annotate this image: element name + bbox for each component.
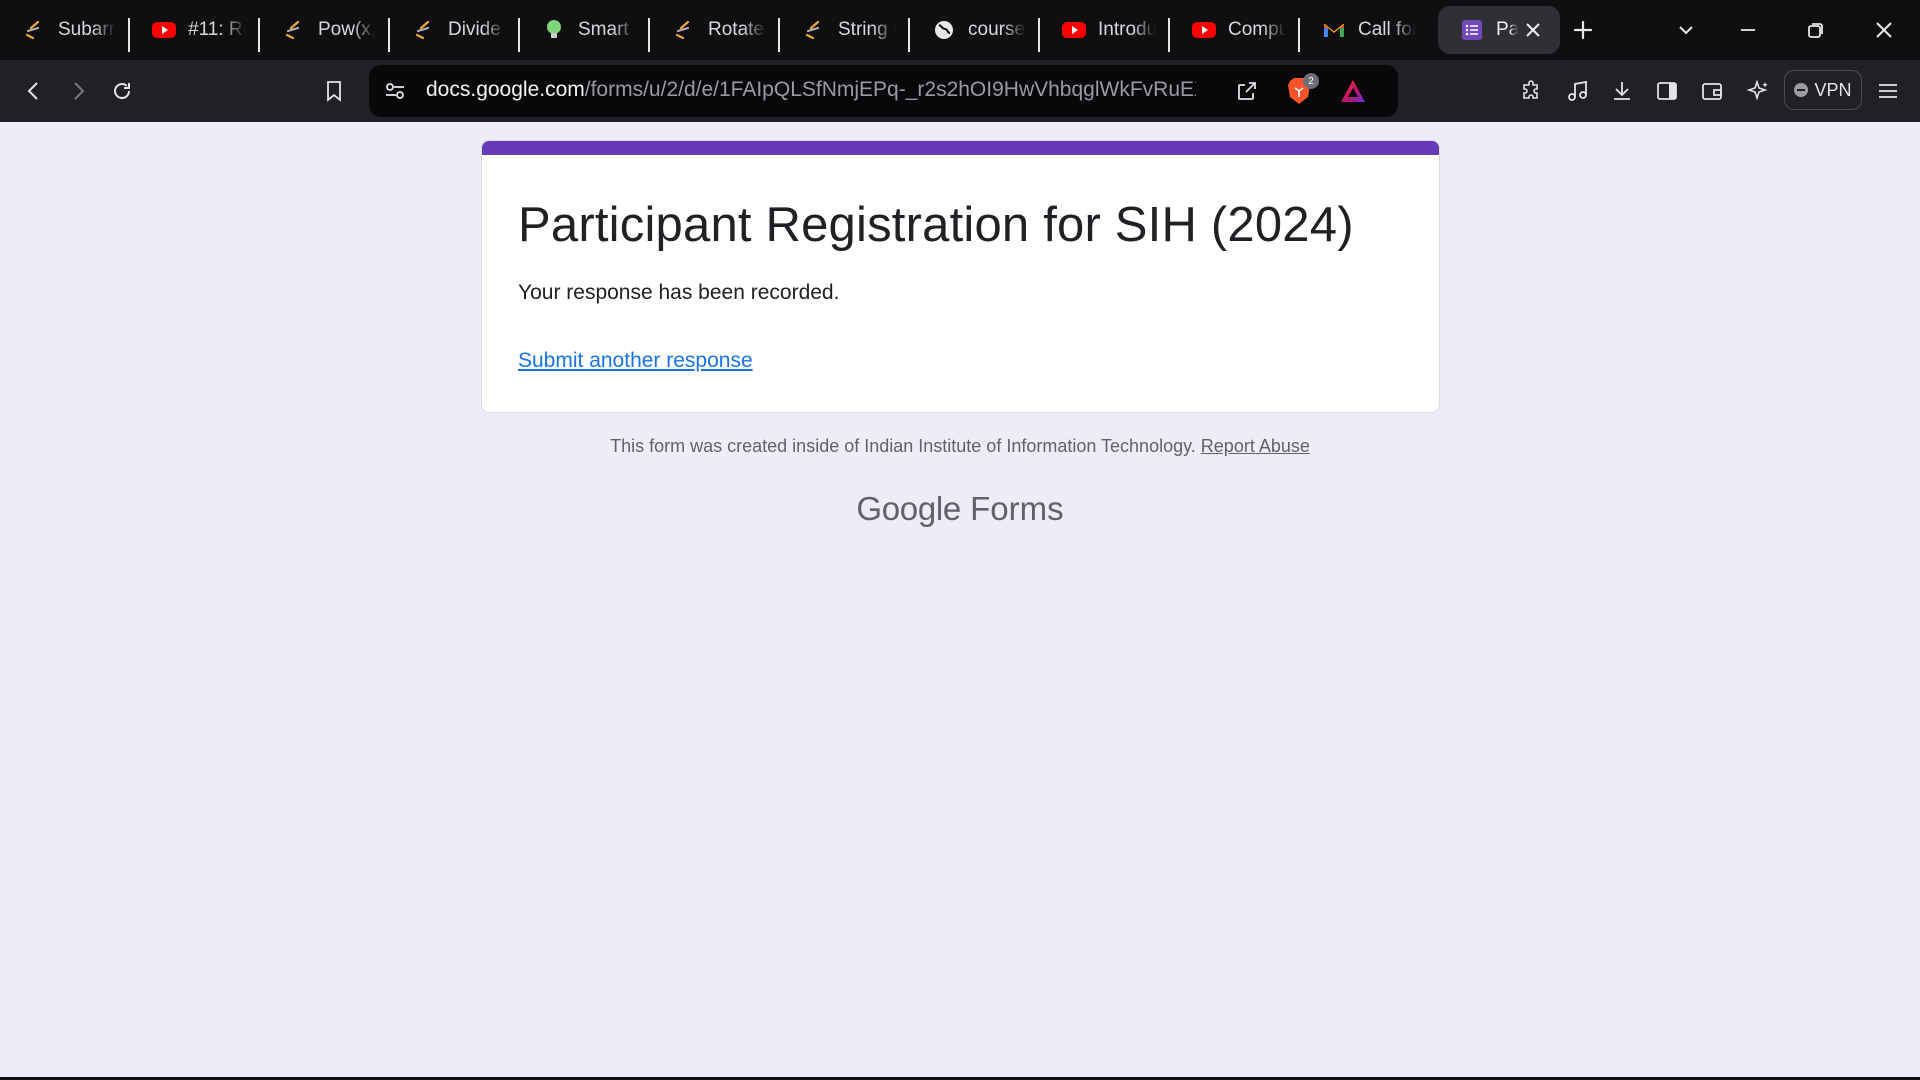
wallet-button[interactable] — [1694, 73, 1730, 109]
restore-icon — [1808, 23, 1823, 38]
arrow-right-icon — [74, 82, 85, 100]
forward-button[interactable] — [60, 73, 96, 109]
stack-icon — [802, 18, 826, 42]
address-bar[interactable]: docs.google.com/forms/u/2/d/e/1FAIpQLSfN… — [369, 65, 1398, 117]
vpn-status-icon — [1794, 83, 1809, 97]
rewards-triangle-icon — [1341, 80, 1365, 102]
google-forms-logo: Google Forms — [0, 490, 1920, 528]
tab-title: Compu — [1228, 19, 1286, 40]
browser-tab[interactable]: Introdu — [1040, 6, 1170, 54]
minimize-button[interactable] — [1730, 12, 1766, 48]
arrow-left-icon — [27, 82, 38, 100]
browser-tab[interactable]: Rotate — [650, 6, 780, 54]
stack-icon — [282, 18, 306, 42]
shields-count-badge: 2 — [1303, 73, 1319, 89]
tab-title: Pow(x, — [318, 19, 376, 40]
footer-text: This form was created inside of Indian I… — [610, 436, 1196, 456]
youtube-icon — [1192, 18, 1216, 42]
bookmark-button[interactable] — [316, 73, 352, 109]
active-browser-tab[interactable]: Pa — [1438, 6, 1560, 54]
browser-tab[interactable]: Pow(x, — [260, 6, 390, 54]
tab-title: Divide — [448, 19, 501, 40]
sidebar-icon — [1657, 82, 1677, 100]
url-host: docs.google.com — [426, 78, 585, 101]
google-wordmark: Google — [856, 490, 961, 527]
share-button[interactable] — [1231, 75, 1263, 107]
tab-title: Rotate — [708, 19, 764, 40]
share-icon — [1238, 82, 1256, 100]
stack-icon — [672, 18, 696, 42]
close-icon — [1876, 22, 1892, 38]
vpn-button[interactable]: VPN — [1784, 70, 1862, 110]
close-tab-button[interactable] — [1520, 17, 1546, 43]
forms-icon — [1460, 18, 1484, 42]
close-window-button[interactable] — [1866, 12, 1902, 48]
browser-tab[interactable]: String t — [780, 6, 910, 54]
bulb-icon — [542, 18, 566, 42]
browser-tab[interactable]: Smart I — [520, 6, 650, 54]
reload-icon — [114, 83, 130, 99]
downloads-button[interactable] — [1604, 73, 1640, 109]
tab-title: Call for — [1358, 19, 1416, 40]
tab-title: Pa — [1496, 19, 1518, 40]
music-note-icon — [1568, 80, 1587, 101]
tab-title: #11: Re — [188, 19, 246, 40]
youtube-icon — [1062, 18, 1086, 42]
tune-icon — [386, 83, 404, 99]
confirmation-message: Your response has been recorded. — [518, 281, 840, 304]
plus-icon — [1573, 20, 1593, 40]
sidebar-button[interactable] — [1649, 73, 1685, 109]
tab-title: coursel — [968, 19, 1026, 40]
menu-button[interactable] — [1870, 73, 1906, 109]
url-text[interactable]: docs.google.com/forms/u/2/d/e/1FAIpQLSfN… — [426, 78, 1196, 102]
form-card: Participant Registration for SIH (2024) … — [481, 140, 1440, 413]
browser-tab[interactable]: Call for — [1300, 6, 1430, 54]
forms-wordmark: Forms — [970, 490, 1064, 527]
back-button[interactable] — [16, 73, 52, 109]
tab-title: Introdu — [1098, 19, 1156, 40]
vpn-label: VPN — [1814, 79, 1852, 100]
new-tab-button[interactable] — [1565, 12, 1601, 48]
tab-search-button[interactable] — [1668, 12, 1704, 48]
leo-ai-button[interactable] — [1740, 73, 1776, 109]
brave-shields-button[interactable]: 2 — [1283, 73, 1319, 107]
browser-tab[interactable]: Compu — [1170, 6, 1300, 54]
minimize-icon — [1741, 29, 1755, 31]
globe-icon — [932, 18, 956, 42]
wallet-icon — [1702, 83, 1722, 100]
hamburger-icon — [1879, 84, 1897, 98]
chevron-down-icon — [1679, 26, 1693, 35]
sparkle-icon — [1746, 79, 1768, 101]
browser-tab[interactable]: coursel — [910, 6, 1040, 54]
reload-button[interactable] — [104, 73, 140, 109]
puzzle-icon — [1523, 80, 1538, 99]
bookmark-icon — [327, 81, 341, 102]
form-title: Participant Registration for SIH (2024) — [518, 198, 1354, 252]
restore-button[interactable] — [1798, 12, 1834, 48]
youtube-icon — [152, 18, 176, 42]
tab-title: Subarr — [58, 19, 116, 40]
report-abuse-link[interactable]: Report Abuse — [1201, 436, 1310, 456]
brave-rewards-button[interactable] — [1337, 75, 1369, 107]
browser-tab[interactable]: #11: Re — [130, 6, 260, 54]
browser-tab[interactable]: Divide — [390, 6, 520, 54]
download-icon — [1614, 82, 1630, 100]
gmail-icon — [1322, 18, 1346, 42]
tab-strip: Subarr #11: Re Pow(x, Divide Smart I Rotate St… — [0, 0, 1920, 60]
url-path: /forms/u/2/d/e/1FAIpQLSfNmjEPq-_r2s2hOI9… — [584, 78, 1196, 101]
tab-title: String t — [838, 19, 896, 40]
site-info-button[interactable] — [379, 75, 411, 107]
media-button[interactable] — [1560, 73, 1596, 109]
stack-icon — [412, 18, 436, 42]
stack-icon — [22, 18, 46, 42]
extensions-button[interactable] — [1514, 73, 1550, 109]
form-footer: This form was created inside of Indian I… — [0, 436, 1920, 457]
close-icon — [1526, 23, 1540, 37]
browser-tab[interactable]: Subarr — [0, 6, 130, 54]
tab-title: Smart I — [578, 19, 636, 40]
browser-toolbar: docs.google.com/forms/u/2/d/e/1FAIpQLSfN… — [0, 60, 1920, 122]
form-confirmation-card: Participant Registration for SIH (2024) … — [481, 140, 1440, 413]
submit-another-response-link[interactable]: Submit another response — [518, 349, 753, 373]
tab-list: Subarr #11: Re Pow(x, Divide Smart I Rotate St… — [0, 0, 1560, 60]
